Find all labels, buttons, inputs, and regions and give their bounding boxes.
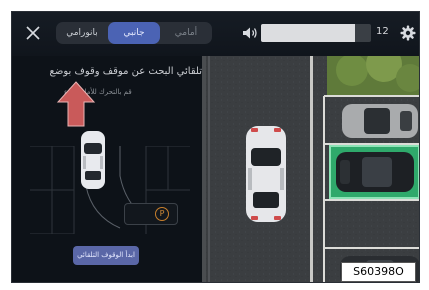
- tab-side[interactable]: جانبي: [108, 22, 160, 44]
- guidance-panel: تلقائي البحث عن موقف وقوف بوضع قم بالتحر…: [12, 56, 202, 282]
- gear-indicator-box: P: [124, 203, 178, 225]
- tab-panoramic[interactable]: بانورامي: [56, 22, 108, 44]
- parked-car-gray: [342, 104, 418, 138]
- parked-car-black: [336, 152, 414, 192]
- gear-icon[interactable]: [400, 25, 416, 41]
- gear-indicator: P: [155, 207, 169, 221]
- parking-assist-screen: بانورامي جانبي أمامي 12 تلقائي البحث عن …: [11, 11, 420, 283]
- volume-value: 12: [376, 26, 389, 37]
- start-auto-parking-button[interactable]: ابدأ الوقوف التلقائي: [73, 246, 139, 265]
- figure-reference-label: S60398O: [341, 262, 416, 282]
- instruction-text: تلقائي البحث عن موقف وقوف بوضع: [49, 66, 202, 77]
- close-icon[interactable]: [24, 24, 42, 42]
- ego-car-topview: [246, 126, 286, 222]
- surround-camera-view: [202, 56, 419, 282]
- move-forward-arrow-icon: [56, 81, 96, 127]
- top-bar: بانورامي جانبي أمامي 12: [12, 12, 419, 56]
- camera-scene: [202, 56, 419, 282]
- volume-slider[interactable]: [261, 24, 371, 42]
- view-mode-tabs: بانورامي جانبي أمامي: [56, 22, 212, 44]
- tab-front[interactable]: أمامي: [160, 22, 212, 44]
- speaker-icon[interactable]: [242, 26, 258, 40]
- volume-slider-fill: [261, 24, 355, 42]
- ego-car-icon: [81, 131, 105, 189]
